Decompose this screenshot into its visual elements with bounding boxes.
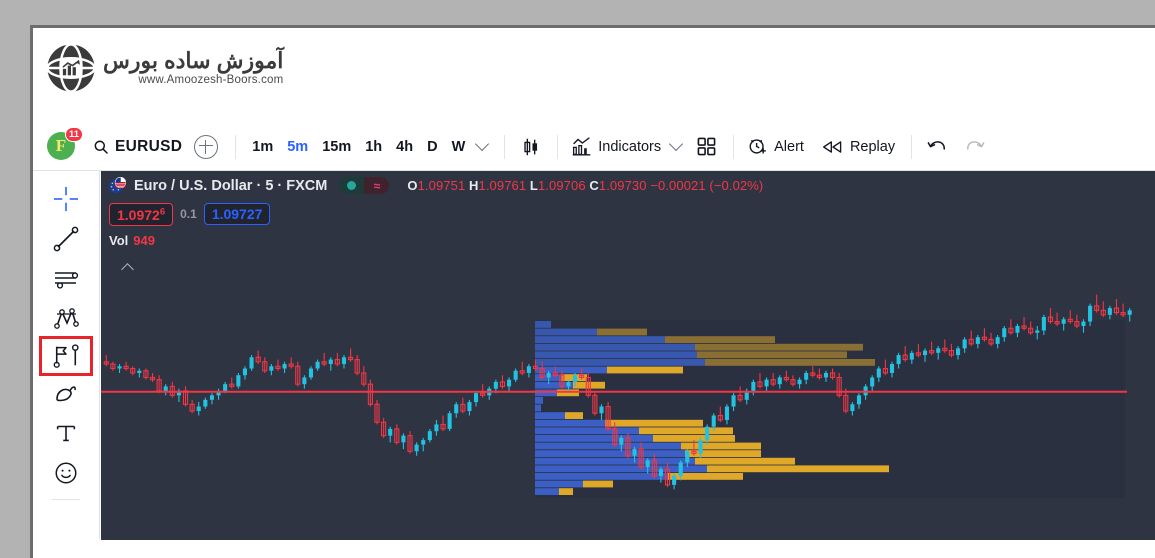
bid-price-badge[interactable]: 1.09726 xyxy=(109,203,174,226)
ohlc-h-value: 1.09761 xyxy=(478,178,527,193)
user-avatar-button[interactable]: F 11 xyxy=(47,126,83,162)
brush-icon xyxy=(56,386,76,402)
chart-panel[interactable]: Euro / U.S. Dollar · 5 · FXCM ≈ O1.09751… xyxy=(101,171,1155,540)
toolbar-divider xyxy=(235,134,237,159)
timeframe-4h[interactable]: 4h xyxy=(389,136,420,158)
chart-title: Euro / U.S. Dollar · 5 · FXCM xyxy=(134,177,328,194)
indicators-label: Indicators xyxy=(598,138,662,155)
add-symbol-button[interactable] xyxy=(194,134,219,159)
chart-type-button[interactable] xyxy=(520,136,542,158)
ohlc-change: −0.00021 xyxy=(650,178,706,193)
rewind-icon xyxy=(822,140,842,153)
market-status-toggle[interactable]: ≈ xyxy=(339,177,390,194)
collapse-legend-button[interactable] xyxy=(115,259,139,277)
pattern-icon xyxy=(54,308,79,329)
crosshair-tool[interactable] xyxy=(45,179,87,219)
replay-button[interactable]: Replay xyxy=(822,138,895,156)
page-content: آموزش ساده بورس www.Amoozesh-Boors.com F… xyxy=(33,28,1155,558)
toolbar-divider-5 xyxy=(911,134,913,159)
eu-us-flag-icon xyxy=(109,177,126,194)
replay-label: Replay xyxy=(849,138,896,155)
ohlc-o-value: 1.09751 xyxy=(417,178,466,193)
volume-value: 949 xyxy=(133,233,155,248)
timeframe-1h[interactable]: 1h xyxy=(358,136,389,158)
timeframe-1m[interactable]: 1m xyxy=(245,136,280,158)
volume-study-legend: Vol 949 xyxy=(109,233,155,248)
logo-title: آموزش ساده بورس xyxy=(103,47,284,73)
horizontal-lines-icon xyxy=(55,272,79,289)
crosshair-icon xyxy=(53,186,79,212)
ohlc-o-label: O xyxy=(407,178,418,193)
toolbar-divider-3 xyxy=(557,134,559,159)
emoji-icon xyxy=(55,462,77,484)
toolbar-divider-2 xyxy=(504,134,506,159)
measure-flag-tool[interactable] xyxy=(39,336,93,376)
brush-tool[interactable] xyxy=(45,373,87,413)
toolbar-separator xyxy=(52,499,80,500)
price-chart-plot[interactable] xyxy=(101,171,1155,540)
measure-flag-icon xyxy=(53,344,79,368)
horizontal-lines-tool[interactable] xyxy=(45,259,87,299)
grid-layout-icon xyxy=(697,137,716,156)
symbol-label: EURUSD xyxy=(115,137,183,155)
chart-legend: Euro / U.S. Dollar · 5 · FXCM ≈ O1.09751… xyxy=(109,177,763,194)
site-logo: آموزش ساده بورس www.Amoozesh-Boors.com xyxy=(45,42,284,94)
drawing-toolbar xyxy=(33,171,100,539)
ohlc-l-label: L xyxy=(529,178,538,193)
volume-label: Vol xyxy=(109,233,129,248)
ohlc-change-percent: (−0.02%) xyxy=(709,178,764,193)
quote-row: 1.09726 0.1 1.09727 xyxy=(109,203,271,226)
ask-price-badge[interactable]: 1.09727 xyxy=(203,203,271,226)
timeframe-d[interactable]: D xyxy=(420,136,444,158)
pitchfork-pattern-tool[interactable] xyxy=(45,299,87,339)
globe-chart-icon xyxy=(46,43,96,93)
search-icon xyxy=(94,140,108,154)
text-icon xyxy=(56,425,76,442)
logo-text-block: آموزش ساده بورس www.Amoozesh-Boors.com xyxy=(103,47,284,87)
top-toolbar: F 11 EURUSD 1m 5m 15m 1h 4h D W Indicato… xyxy=(33,123,1155,171)
timeframe-w[interactable]: W xyxy=(445,136,473,158)
undo-button[interactable] xyxy=(927,138,947,156)
alarm-clock-plus-icon xyxy=(749,139,766,154)
chevron-down-icon[interactable] xyxy=(475,136,490,152)
layout-button[interactable] xyxy=(697,137,716,156)
indicators-chevron-down-icon[interactable] xyxy=(669,136,684,152)
logo-url: www.Amoozesh-Boors.com xyxy=(138,73,284,86)
trend-line-icon xyxy=(53,226,79,252)
toolbar-divider-4 xyxy=(733,134,735,159)
undo-arrow-icon xyxy=(927,140,946,150)
indicators-icon xyxy=(573,137,591,156)
redo-arrow-icon xyxy=(967,140,985,150)
ask-price: 1.09727 xyxy=(211,206,263,223)
alert-button[interactable]: Alert xyxy=(747,136,804,157)
emoji-tool[interactable] xyxy=(45,453,87,493)
ohlc-c-label: C xyxy=(589,178,599,193)
bid-price: 1.09726 xyxy=(117,206,166,223)
redo-button[interactable] xyxy=(965,138,985,156)
candlestick-icon xyxy=(524,138,538,155)
ohlc-l-value: 1.09706 xyxy=(537,178,586,193)
wave-approx-icon: ≈ xyxy=(364,177,390,194)
timeframe-15m[interactable]: 15m xyxy=(315,136,358,158)
indicators-button[interactable]: Indicators xyxy=(571,136,661,157)
ohlc-c-value: 1.09730 xyxy=(598,178,647,193)
spread-value: 0.1 xyxy=(180,207,197,222)
ohlc-h-label: H xyxy=(469,178,479,193)
status-dot-icon xyxy=(339,177,365,194)
trend-line-tool[interactable] xyxy=(45,219,87,259)
symbol-search-button[interactable]: EURUSD xyxy=(93,138,182,156)
chevron-up-icon xyxy=(120,263,134,276)
notification-badge: 11 xyxy=(64,126,83,142)
ohlc-values: O1.09751 H1.09761 L1.09706 C1.09730 −0.0… xyxy=(407,178,763,193)
timeframe-5m[interactable]: 5m xyxy=(280,136,315,158)
alert-label: Alert xyxy=(774,138,804,155)
screenshot-root: آموزش ساده بورس www.Amoozesh-Boors.com F… xyxy=(0,0,1155,558)
text-tool[interactable] xyxy=(45,413,87,453)
